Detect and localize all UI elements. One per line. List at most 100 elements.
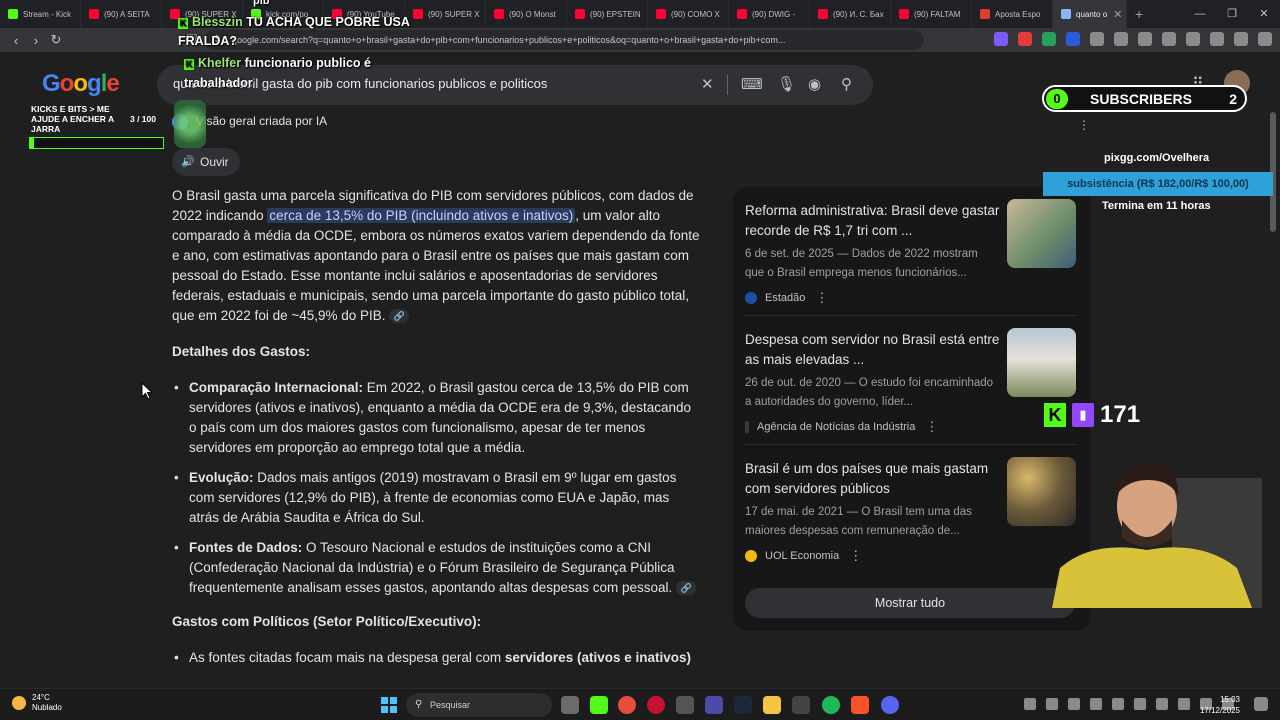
divider (745, 315, 1077, 316)
browser-tab[interactable]: (90) EPSTEIN (567, 0, 648, 28)
chat-username: Khelfer (198, 56, 242, 70)
chevron-up-icon[interactable] (1024, 698, 1036, 710)
minimize-icon[interactable]: — (1184, 0, 1216, 28)
sources-panel: Reforma administrativa: Brasil deve gast… (733, 187, 1090, 631)
tab-favicon-icon (737, 9, 747, 19)
new-tab-button[interactable]: + (1127, 6, 1151, 22)
close-window-icon[interactable]: ✕ (1248, 0, 1280, 28)
more-options-icon[interactable]: ⋮ (925, 419, 938, 435)
extension-icon[interactable] (1018, 32, 1032, 46)
clear-icon[interactable]: ✕ (701, 75, 714, 93)
reload-icon[interactable]: ↻ (46, 32, 66, 48)
menu-icon[interactable] (1258, 32, 1272, 46)
tray-icon[interactable] (1068, 698, 1080, 710)
tab-favicon-icon (899, 9, 909, 19)
taskbar-search[interactable]: ⚲ Pesquisar (406, 693, 552, 717)
source-title[interactable]: Reforma administrativa: Brasil deve gast… (745, 201, 1001, 241)
browser-tab[interactable]: (90) FALTAM (891, 0, 972, 28)
tip-jar-icon (174, 100, 206, 148)
notifications-icon[interactable] (1254, 697, 1268, 711)
media-icon[interactable] (1162, 32, 1176, 46)
search-icon[interactable]: ⚲ (841, 75, 852, 93)
close-tab-icon[interactable]: ✕ (1113, 8, 1122, 21)
weather-widget[interactable]: 24°C Nublado (12, 693, 62, 713)
source-snippet: 26 de out. de 2020 — O estudo foi encami… (745, 377, 994, 408)
link-icon[interactable]: 🔗 (389, 309, 410, 324)
restore-icon[interactable]: ❐ (1216, 0, 1248, 28)
extension-icon[interactable] (1090, 32, 1104, 46)
source-publisher: UOL Economia ⋮ (745, 548, 862, 564)
tab-favicon-icon (575, 9, 585, 19)
brave-icon[interactable] (851, 696, 869, 714)
more-options-icon[interactable]: ⋮ (849, 548, 862, 564)
extension-icon[interactable] (1042, 32, 1056, 46)
tab-favicon-icon (818, 9, 828, 19)
lens-icon[interactable]: ◉ (808, 75, 821, 93)
tab-label: (90) SUPER X (428, 9, 480, 19)
wallet-icon[interactable] (1210, 32, 1224, 46)
google-logo[interactable]: Google (42, 70, 120, 98)
kick-badge-icon: K (184, 59, 194, 70)
tab-label: (90) A SEITA (104, 9, 150, 19)
listen-label: Ouvir (200, 155, 229, 169)
source-thumbnail[interactable] (1007, 199, 1076, 268)
discord-icon[interactable] (881, 696, 899, 714)
source-thumbnail[interactable] (1007, 328, 1076, 397)
extension-icon[interactable] (1138, 32, 1152, 46)
more-options-icon[interactable]: ⋮ (815, 290, 828, 306)
politicians-heading: Gastos com Políticos (Setor Político/Exe… (172, 614, 482, 629)
weather-condition: Nublado (32, 703, 62, 712)
chat-username: Blesszin (192, 15, 243, 29)
source-title[interactable]: Brasil é um dos países que mais gastam c… (745, 459, 1001, 499)
link-icon[interactable]: 🔗 (676, 581, 697, 596)
spotify-icon[interactable] (822, 696, 840, 714)
opera-icon[interactable] (647, 696, 665, 714)
browser-tab[interactable]: (90) A SEITA (81, 0, 162, 28)
kick-app-icon[interactable] (590, 696, 608, 714)
uol-logo-icon (745, 550, 757, 562)
browser-tab[interactable]: (90) COMO X (648, 0, 729, 28)
app-icon[interactable] (792, 696, 810, 714)
goal-ends-text: Termina em 11 horas (1102, 200, 1211, 212)
extension-icon[interactable] (994, 32, 1008, 46)
extension-icon[interactable] (1066, 32, 1080, 46)
browser-tab[interactable]: Aposta Espo (972, 0, 1053, 28)
show-all-button[interactable]: Mostrar tudo (745, 588, 1075, 618)
extension-icon[interactable] (1114, 32, 1128, 46)
tray-icon[interactable] (1046, 698, 1058, 710)
bullet-label: Comparação Internacional: (189, 380, 364, 395)
start-button[interactable] (381, 697, 397, 713)
summary-highlight[interactable]: cerca de 13,5% do PIB (incluindo ativos … (267, 208, 576, 223)
chat-message: pib (253, 0, 270, 7)
app-icon[interactable] (705, 696, 723, 714)
source-snippet: 6 de set. de 2025 — Dados de 2022 mostra… (745, 248, 978, 279)
keyboard-icon[interactable]: ⌨ (741, 75, 763, 93)
file-explorer-icon[interactable] (763, 696, 781, 714)
more-options-icon[interactable]: ⋮ (1078, 118, 1090, 132)
source-title[interactable]: Despesa com servidor no Brasil está entr… (745, 330, 1001, 370)
task-view-icon[interactable] (561, 696, 579, 714)
chrome-icon[interactable] (618, 696, 636, 714)
tray-icon[interactable] (1112, 698, 1124, 710)
tray-icon[interactable] (1134, 698, 1146, 710)
forward-icon[interactable]: › (26, 33, 46, 48)
github-icon[interactable] (676, 696, 694, 714)
steam-icon[interactable] (734, 696, 752, 714)
taskbar-clock[interactable]: 15:03 17/12/2025 (1200, 694, 1240, 716)
browser-tab[interactable]: (90) И. С. Бах (810, 0, 891, 28)
politicians-list: As fontes citadas focam mais na despesa … (172, 648, 702, 668)
microphone-icon[interactable]: 🎙 (777, 75, 796, 93)
browser-tab[interactable]: (90) O Monst (486, 0, 567, 28)
listen-button[interactable]: 🔊 Ouvir (172, 148, 240, 176)
tray-icon[interactable] (1090, 698, 1102, 710)
browser-tab[interactable]: (90) DWIG - (729, 0, 810, 28)
back-icon[interactable]: ‹ (6, 33, 26, 48)
kicks-goal-title: KICKS E BITS > ME AJUDE A ENCHER A JARRA (31, 104, 114, 134)
tray-icon[interactable] (1156, 698, 1168, 710)
shield-icon[interactable] (1234, 32, 1248, 46)
browser-tab[interactable]: quanto o ✕ (1053, 0, 1127, 28)
kicks-progress-bar (29, 137, 164, 149)
sidebar-icon[interactable] (1186, 32, 1200, 46)
wifi-icon[interactable] (1178, 698, 1190, 710)
browser-tab[interactable]: Stream - Kick (0, 0, 81, 28)
